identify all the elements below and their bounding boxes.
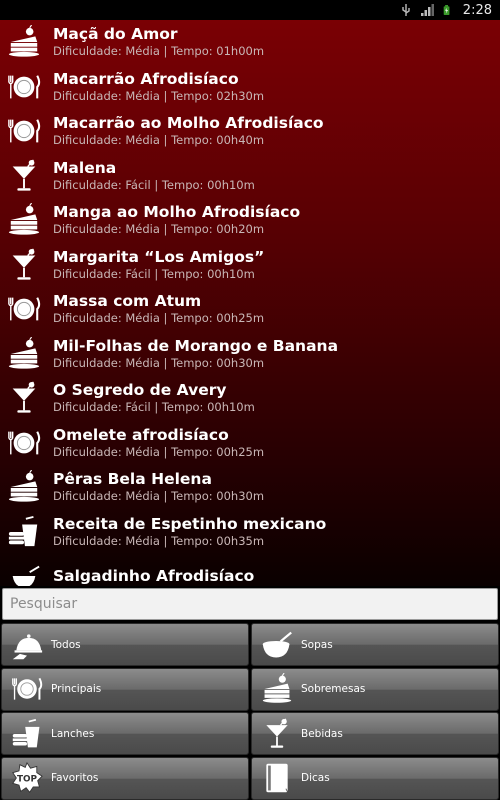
category-button-favoritos[interactable]: Favoritos — [1, 756, 249, 800]
recipe-list-item[interactable]: Macarrão ao Molho Afrodisíaco Dificuldade… — [0, 109, 500, 154]
search-input[interactable] — [2, 588, 498, 620]
recipe-list[interactable]: Maçã do Amor Dificuldade: Média | Tempo: … — [0, 20, 500, 586]
snack-icon — [6, 514, 42, 550]
recipe-list-item[interactable]: Salgadinho Afrodisíaco — [0, 554, 500, 586]
recipe-subtitle: Dificuldade: Fácil | Tempo: 00h10m — [53, 266, 255, 281]
recipe-subtitle: Dificuldade: Média | Tempo: 01h00m — [53, 44, 265, 59]
cloche-icon — [7, 627, 47, 663]
recipe-title: Macarrão Afrodisíaco — [53, 69, 239, 88]
category-button-sobremesas[interactable]: Sobremesas — [251, 667, 499, 711]
recipe-list-item[interactable]: Manga ao Molho Afrodisíaco Dificuldade: M… — [0, 198, 500, 243]
recipe-subtitle: Dificuldade: Média | Tempo: 00h35m — [53, 533, 265, 548]
clock-time: 2:28 — [462, 2, 492, 18]
category-label: Favoritos — [51, 772, 99, 784]
category-button-lanches[interactable]: Lanches — [1, 712, 249, 755]
recipe-subtitle: Dificuldade: Média | Tempo: 00h25m — [53, 444, 265, 459]
cocktail-icon — [257, 716, 297, 752]
snack-icon — [7, 716, 47, 752]
recipe-title: Massa com Atum — [53, 292, 202, 311]
dessert-icon — [6, 469, 42, 505]
recipe-title: Omelete afrodisíaco — [53, 425, 229, 444]
category-label: Sopas — [301, 638, 333, 651]
category-button-principais[interactable]: Principais — [1, 667, 249, 711]
book-icon — [257, 760, 297, 796]
category-button-sopas[interactable]: Sopas — [251, 623, 499, 666]
top-badge-icon — [7, 760, 47, 796]
signal-icon — [420, 4, 434, 16]
recipe-title: Pêras Bela Helena — [53, 470, 212, 489]
cocktail-icon — [6, 247, 42, 283]
dessert-icon — [6, 24, 42, 60]
recipe-list-item[interactable]: Massa com Atum Dificuldade: Média | Tempo… — [0, 287, 500, 332]
recipe-list-item[interactable]: Omelete afrodisíaco Dificuldade: Média | … — [0, 421, 500, 466]
recipe-list-item[interactable]: O Segredo de Avery Dificuldade: Fácil | T… — [0, 376, 500, 421]
recipe-title: Malena — [53, 158, 117, 177]
dessert-icon — [6, 202, 42, 238]
recipe-title: Margarita “Los Amigos” — [53, 247, 265, 266]
cocktail-icon — [6, 158, 42, 194]
category-label: Todos — [51, 638, 81, 651]
plate-cutlery-icon — [7, 671, 47, 707]
dessert-icon — [6, 336, 42, 372]
category-label: Sobremesas — [301, 683, 366, 695]
recipe-list-item[interactable]: Macarrão Afrodisíaco Dificuldade: Média |… — [0, 65, 500, 110]
recipe-subtitle: Dificuldade: Média | Tempo: 00h40m — [53, 133, 265, 148]
recipe-title: Macarrão ao Molho Afrodisíaco — [53, 114, 324, 133]
plate-cutlery-icon — [6, 113, 42, 149]
category-button-bebidas[interactable]: Bebidas — [251, 712, 499, 755]
recipe-title: Mil-Folhas de Morango e Banana — [53, 336, 339, 355]
bowl-icon — [6, 558, 42, 586]
category-grid: Todos Sopas Principais Sobremesas Lanches Beb… — [0, 623, 500, 800]
soup-bowl-icon — [257, 627, 297, 663]
category-label: Dicas — [301, 772, 330, 784]
recipe-title: Receita de Espetinho mexicano — [53, 514, 327, 533]
recipe-subtitle: Dificuldade: Média | Tempo: 00h30m — [53, 355, 265, 370]
recipe-list-item[interactable]: Malena Dificuldade: Fácil | Tempo: 00h10m — [0, 154, 500, 199]
recipe-subtitle: Dificuldade: Média | Tempo: 00h20m — [53, 222, 265, 237]
usb-icon — [402, 4, 410, 16]
recipe-list-item[interactable]: Maçã do Amor Dificuldade: Média | Tempo: … — [0, 20, 500, 65]
plate-cutlery-icon — [6, 69, 42, 105]
category-label: Principais — [51, 683, 102, 695]
recipe-title: O Segredo de Avery — [53, 381, 227, 400]
dessert-icon — [257, 671, 297, 707]
recipe-list-item[interactable]: Margarita “Los Amigos” Dificuldade: Fácil… — [0, 243, 500, 288]
category-label: Bebidas — [301, 727, 343, 740]
recipe-title: Maçã do Amor — [53, 25, 178, 44]
recipe-subtitle: Dificuldade: Fácil | Tempo: 00h10m — [53, 177, 255, 192]
category-button-todos[interactable]: Todos — [1, 623, 249, 666]
battery-icon — [443, 5, 450, 15]
cocktail-icon — [6, 380, 42, 416]
recipe-subtitle: Dificuldade: Média | Tempo: 00h30m — [53, 489, 265, 504]
recipe-list-item[interactable]: Pêras Bela Helena Dificuldade: Média | Te… — [0, 465, 500, 510]
plate-cutlery-icon — [6, 425, 42, 461]
category-button-dicas[interactable]: Dicas — [251, 756, 499, 800]
recipe-list-item[interactable]: Mil-Folhas de Morango e Banana Dificuldad… — [0, 332, 500, 377]
recipe-list-item[interactable]: Receita de Espetinho mexicano Dificuldade… — [0, 510, 500, 555]
recipe-subtitle: Dificuldade: Média | Tempo: 02h30m — [53, 88, 265, 103]
recipe-title: Salgadinho Afrodisíaco — [53, 566, 255, 585]
status-bar: 2:28 — [0, 0, 500, 20]
plate-cutlery-icon — [6, 291, 42, 327]
recipe-subtitle: Dificuldade: Média | Tempo: 00h25m — [53, 311, 265, 326]
recipe-subtitle: Dificuldade: Fácil | Tempo: 00h10m — [53, 400, 255, 415]
recipe-title: Manga ao Molho Afrodisíaco — [53, 203, 301, 222]
category-label: Lanches — [51, 727, 95, 740]
